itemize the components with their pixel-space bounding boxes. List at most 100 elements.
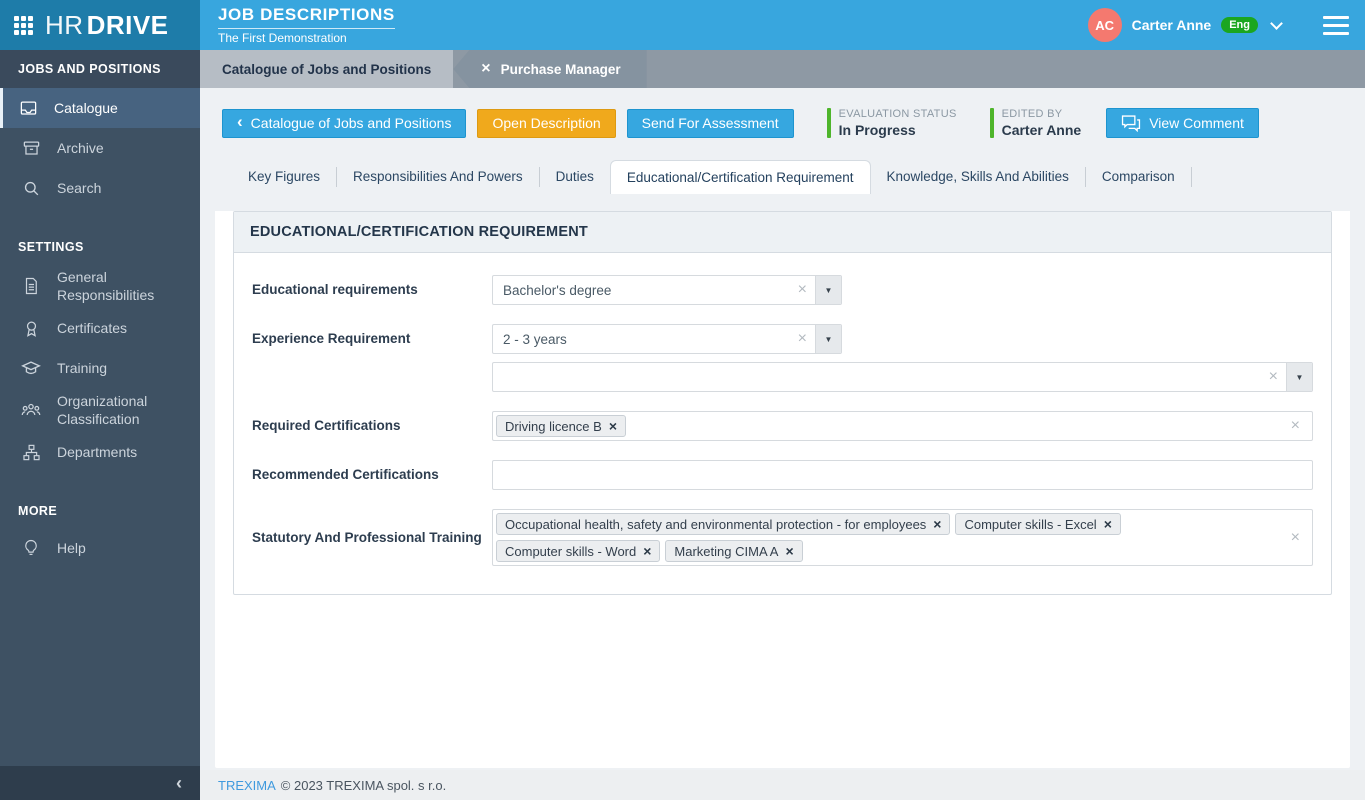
lightbulb-icon <box>21 539 41 557</box>
tag-label: Computer skills - Excel <box>964 517 1096 532</box>
recommended-certifications-row: Recommended Certifications <box>252 460 1313 490</box>
tab-knowledge-skills-and-abilities[interactable]: Knowledge, Skills And Abilities <box>871 160 1085 193</box>
sidebar-item-organizational-classification[interactable]: Organizational Classification <box>0 388 200 432</box>
status-accent-bar <box>827 108 831 138</box>
certificate-icon <box>21 319 41 338</box>
user-name[interactable]: Carter Anne <box>1132 17 1212 33</box>
view-comment-button[interactable]: View Comment <box>1106 108 1259 138</box>
title-block: JOB DESCRIPTIONS The First Demonstration <box>218 5 395 45</box>
open-description-button[interactable]: Open Description <box>477 109 615 138</box>
document-icon <box>21 277 41 295</box>
statutory-training-row: Statutory And Professional Training Occu… <box>252 509 1313 566</box>
breadcrumb-tab-purchase-manager[interactable]: × Purchase Manager <box>453 50 646 88</box>
graduation-cap-icon <box>21 358 41 378</box>
menu-icon[interactable] <box>1323 16 1349 35</box>
tab-educational-certification-requirement[interactable]: Educational/Certification Requirement <box>610 160 871 194</box>
clear-icon[interactable]: × <box>1283 530 1308 546</box>
edited-by-label: EDITED BY <box>1002 108 1082 120</box>
sidebar-item-label: Organizational Classification <box>57 392 190 428</box>
toolbar: ‹ Catalogue of Jobs and Positions Open D… <box>222 108 1343 138</box>
dropdown-caret-icon[interactable]: ▼ <box>1286 363 1312 391</box>
trexima-link[interactable]: TREXIMA <box>218 778 276 793</box>
clear-icon[interactable]: × <box>1283 418 1308 434</box>
back-to-catalogue-button[interactable]: ‹ Catalogue of Jobs and Positions <box>222 109 466 138</box>
send-for-assessment-button[interactable]: Send For Assessment <box>627 109 794 138</box>
tag-remove-icon[interactable]: × <box>609 419 617 433</box>
tag-marketing-cima-a: Marketing CIMA A × <box>665 540 802 562</box>
top-bar-main: JOB DESCRIPTIONS The First Demonstration… <box>200 0 1365 50</box>
experience-requirement-select[interactable]: 2 - 3 years × ▼ <box>492 324 842 354</box>
statutory-training-label: Statutory And Professional Training <box>252 529 492 547</box>
required-certifications-input[interactable]: Driving licence B × × <box>492 411 1313 441</box>
tag-remove-icon[interactable]: × <box>643 544 651 558</box>
tab-key-figures[interactable]: Key Figures <box>232 160 336 193</box>
educational-requirements-select[interactable]: Bachelor's degree × ▼ <box>492 275 842 305</box>
tag-label: Driving licence B <box>505 419 602 434</box>
sidebar-item-training[interactable]: Training <box>0 348 200 388</box>
evaluation-status-label: EVALUATION STATUS <box>839 108 957 120</box>
sidebar-item-label: Training <box>57 360 107 376</box>
sidebar-item-general-responsibilities[interactable]: General Responsibilities <box>0 264 200 308</box>
logo-zone: HRDRIVE <box>0 0 200 50</box>
tag-remove-icon[interactable]: × <box>785 544 793 558</box>
avatar[interactable]: AC <box>1088 8 1122 42</box>
app-logo[interactable]: HRDRIVE <box>45 10 169 41</box>
sidebar-item-certificates[interactable]: Certificates <box>0 308 200 348</box>
back-button-label: Catalogue of Jobs and Positions <box>251 115 452 131</box>
sidebar: JOBS AND POSITIONS Catalogue Archive Sea… <box>0 50 200 800</box>
educational-requirement-panel: EDUCATIONAL/CERTIFICATION REQUIREMENT Ed… <box>233 211 1332 595</box>
sidebar-item-label: General Responsibilities <box>57 268 190 304</box>
sidebar-section-more: MORE <box>0 494 200 528</box>
tag-occupational-health: Occupational health, safety and environm… <box>496 513 950 535</box>
tag-remove-icon[interactable]: × <box>1104 517 1112 531</box>
experience-secondary-select[interactable]: × ▼ <box>492 362 1313 392</box>
language-badge[interactable]: Eng <box>1221 17 1258 33</box>
sidebar-item-help[interactable]: Help <box>0 528 200 568</box>
sidebar-collapse-button[interactable]: ‹ <box>0 766 200 800</box>
breadcrumb-tab-catalogue[interactable]: Catalogue of Jobs and Positions <box>200 50 453 88</box>
tag-label: Occupational health, safety and environm… <box>505 517 926 532</box>
clear-icon[interactable]: × <box>790 282 815 298</box>
tab-comparison[interactable]: Comparison <box>1086 160 1191 193</box>
sidebar-item-archive[interactable]: Archive <box>0 128 200 168</box>
sidebar-item-departments[interactable]: Departments <box>0 432 200 472</box>
clear-icon[interactable]: × <box>1261 369 1286 385</box>
back-chevron-icon: ‹ <box>237 112 243 132</box>
tab-responsibilities-and-powers[interactable]: Responsibilities And Powers <box>337 160 539 193</box>
app-root: HRDRIVE JOB DESCRIPTIONS The First Demon… <box>0 0 1365 800</box>
breadcrumb-tab-label: Purchase Manager <box>501 62 621 77</box>
sidebar-section-settings: SETTINGS <box>0 230 200 264</box>
org-chart-icon <box>21 443 41 462</box>
required-certifications-label: Required Certifications <box>252 411 492 441</box>
main-area: Catalogue of Jobs and Positions × Purcha… <box>200 50 1365 800</box>
tab-content-card: EDUCATIONAL/CERTIFICATION REQUIREMENT Ed… <box>215 211 1350 768</box>
dropdown-caret-icon[interactable]: ▼ <box>815 276 841 304</box>
apps-grid-icon[interactable] <box>14 16 33 35</box>
archive-icon <box>21 139 41 158</box>
body-row: JOBS AND POSITIONS Catalogue Archive Sea… <box>0 50 1365 800</box>
sidebar-item-search[interactable]: Search <box>0 168 200 208</box>
tab-divider <box>1191 167 1192 187</box>
educational-requirements-row: Educational requirements Bachelor's degr… <box>252 275 1313 305</box>
close-icon[interactable]: × <box>481 61 490 77</box>
logo-drive-text: DRIVE <box>87 10 169 40</box>
educational-requirements-label: Educational requirements <box>252 275 492 305</box>
clear-icon[interactable]: × <box>790 331 815 347</box>
edited-by-block: EDITED BY Carter Anne <box>990 108 1082 138</box>
chevron-down-icon[interactable] <box>1270 17 1283 30</box>
statutory-training-input[interactable]: Occupational health, safety and environm… <box>492 509 1313 566</box>
recommended-certifications-input[interactable] <box>492 460 1313 490</box>
people-group-icon <box>21 400 41 420</box>
sidebar-item-label: Search <box>57 180 101 196</box>
tag-computer-skills-word: Computer skills - Word × <box>496 540 660 562</box>
required-certifications-row: Required Certifications Driving licence … <box>252 411 1313 441</box>
sidebar-item-catalogue[interactable]: Catalogue <box>0 88 200 128</box>
sidebar-item-label: Certificates <box>57 320 127 336</box>
sidebar-section-jobs-and-positions: JOBS AND POSITIONS <box>0 50 200 88</box>
view-comment-label: View Comment <box>1149 115 1244 131</box>
sidebar-item-label: Help <box>57 540 86 556</box>
page-subtitle: The First Demonstration <box>218 31 395 45</box>
tab-duties[interactable]: Duties <box>540 160 610 193</box>
tag-remove-icon[interactable]: × <box>933 517 941 531</box>
dropdown-caret-icon[interactable]: ▼ <box>815 325 841 353</box>
